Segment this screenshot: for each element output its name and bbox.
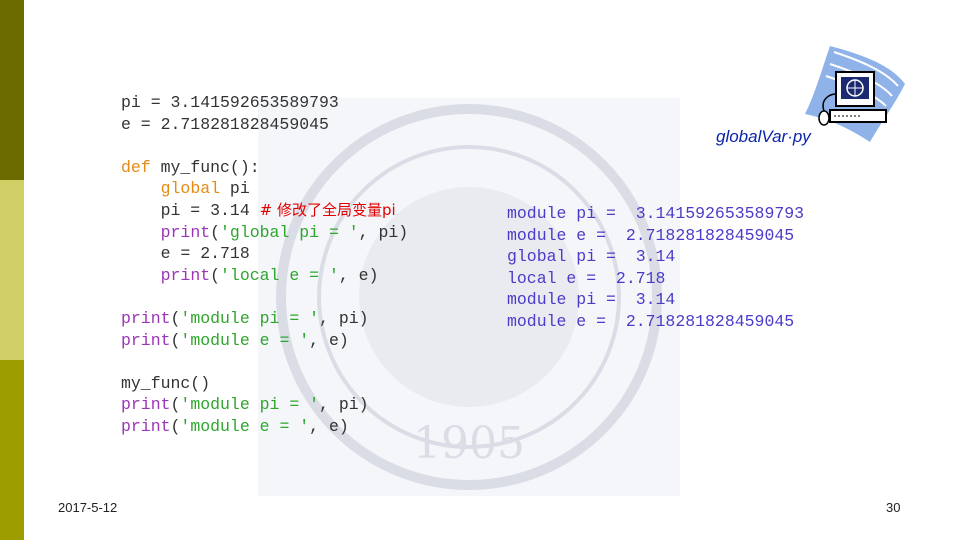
output-line: local e = 2.718: [507, 268, 666, 288]
code-token: 'module pi = ': [180, 395, 320, 415]
code-line: print('module e = ', e): [121, 330, 408, 352]
code-token: 'global pi = ': [220, 222, 359, 242]
code-line: print('module pi = ', pi): [121, 394, 408, 416]
code-token: pi: [220, 179, 250, 199]
sidebar-band-middle: [0, 180, 24, 360]
code-token: 'module pi = ': [180, 308, 320, 328]
code-line: print('module e = ', e): [121, 416, 408, 438]
code-token: my_func():: [150, 157, 260, 177]
output-line: module pi = 3.141592653589793: [507, 204, 805, 223]
code-line: pi = 3.14 # 修改了全局变量pi: [121, 200, 408, 222]
code-token: print: [160, 265, 211, 285]
code-line: print('local e = ', e): [121, 265, 408, 287]
code-token: print: [121, 395, 171, 415]
code-token: my_func(): [121, 373, 211, 393]
code-line: print('global pi = ', pi): [121, 222, 409, 244]
code-token: 'module e = ': [180, 416, 310, 436]
output-line: module e = 2.718281828459045: [507, 311, 795, 331]
code-token: (: [210, 265, 221, 285]
code-token: , pi): [319, 395, 369, 415]
code-token: print: [121, 416, 171, 436]
code-token: , pi): [319, 308, 369, 328]
code-token: , e): [309, 330, 349, 350]
code-block: pi = 3.141592653589793 e = 2.718281828459…: [121, 92, 408, 438]
computer-clipart-icon: [805, 46, 905, 142]
code-token: e = 2.718281828459045: [121, 114, 329, 134]
code-line: print('module pi = ', pi): [121, 308, 408, 330]
sidebar-band-top: [0, 0, 24, 180]
code-token: e = 2.718: [121, 244, 250, 264]
code-token: , e): [338, 265, 379, 285]
code-token: (: [170, 416, 181, 436]
code-token: pi = 3.141592653589793: [121, 93, 339, 112]
code-line: def my_func():: [121, 157, 408, 179]
output-line: module pi = 3.14: [507, 290, 676, 310]
page-number: 30: [886, 500, 901, 515]
output-line: module e = 2.718281828459045: [507, 225, 795, 245]
code-token: (: [170, 330, 181, 350]
code-token: , e): [309, 416, 349, 436]
output-line: global pi = 3.14: [507, 247, 676, 267]
sidebar-band-bottom: [0, 360, 24, 540]
code-token: print: [121, 330, 171, 350]
code-token: , pi): [358, 222, 409, 242]
code-token: (: [170, 308, 181, 328]
code-token: (: [170, 395, 181, 415]
code-token: 'module e = ': [180, 330, 310, 350]
code-line: pi = 3.141592653589793: [121, 92, 408, 114]
watermark-year: 1905: [413, 418, 525, 469]
code-token: pi = 3.14: [121, 200, 260, 220]
code-line: e = 2.718: [121, 243, 408, 265]
code-token: (: [210, 222, 221, 242]
file-name-label: globalVar·py: [716, 127, 811, 146]
footer-date: 2017-5-12: [58, 500, 118, 515]
program-output: module pi = 3.141592653589793 module e = …: [507, 203, 804, 333]
code-token: global: [160, 179, 221, 199]
code-token: 'local e = ': [220, 265, 339, 285]
code-line: global pi: [121, 178, 408, 200]
code-token: def: [121, 157, 151, 177]
code-line: my_func(): [121, 373, 408, 395]
code-comment: # 修改了全局变量pi: [259, 200, 396, 219]
code-line: e = 2.718281828459045: [121, 114, 408, 136]
code-token: print: [160, 222, 211, 242]
code-token: print: [121, 308, 171, 328]
